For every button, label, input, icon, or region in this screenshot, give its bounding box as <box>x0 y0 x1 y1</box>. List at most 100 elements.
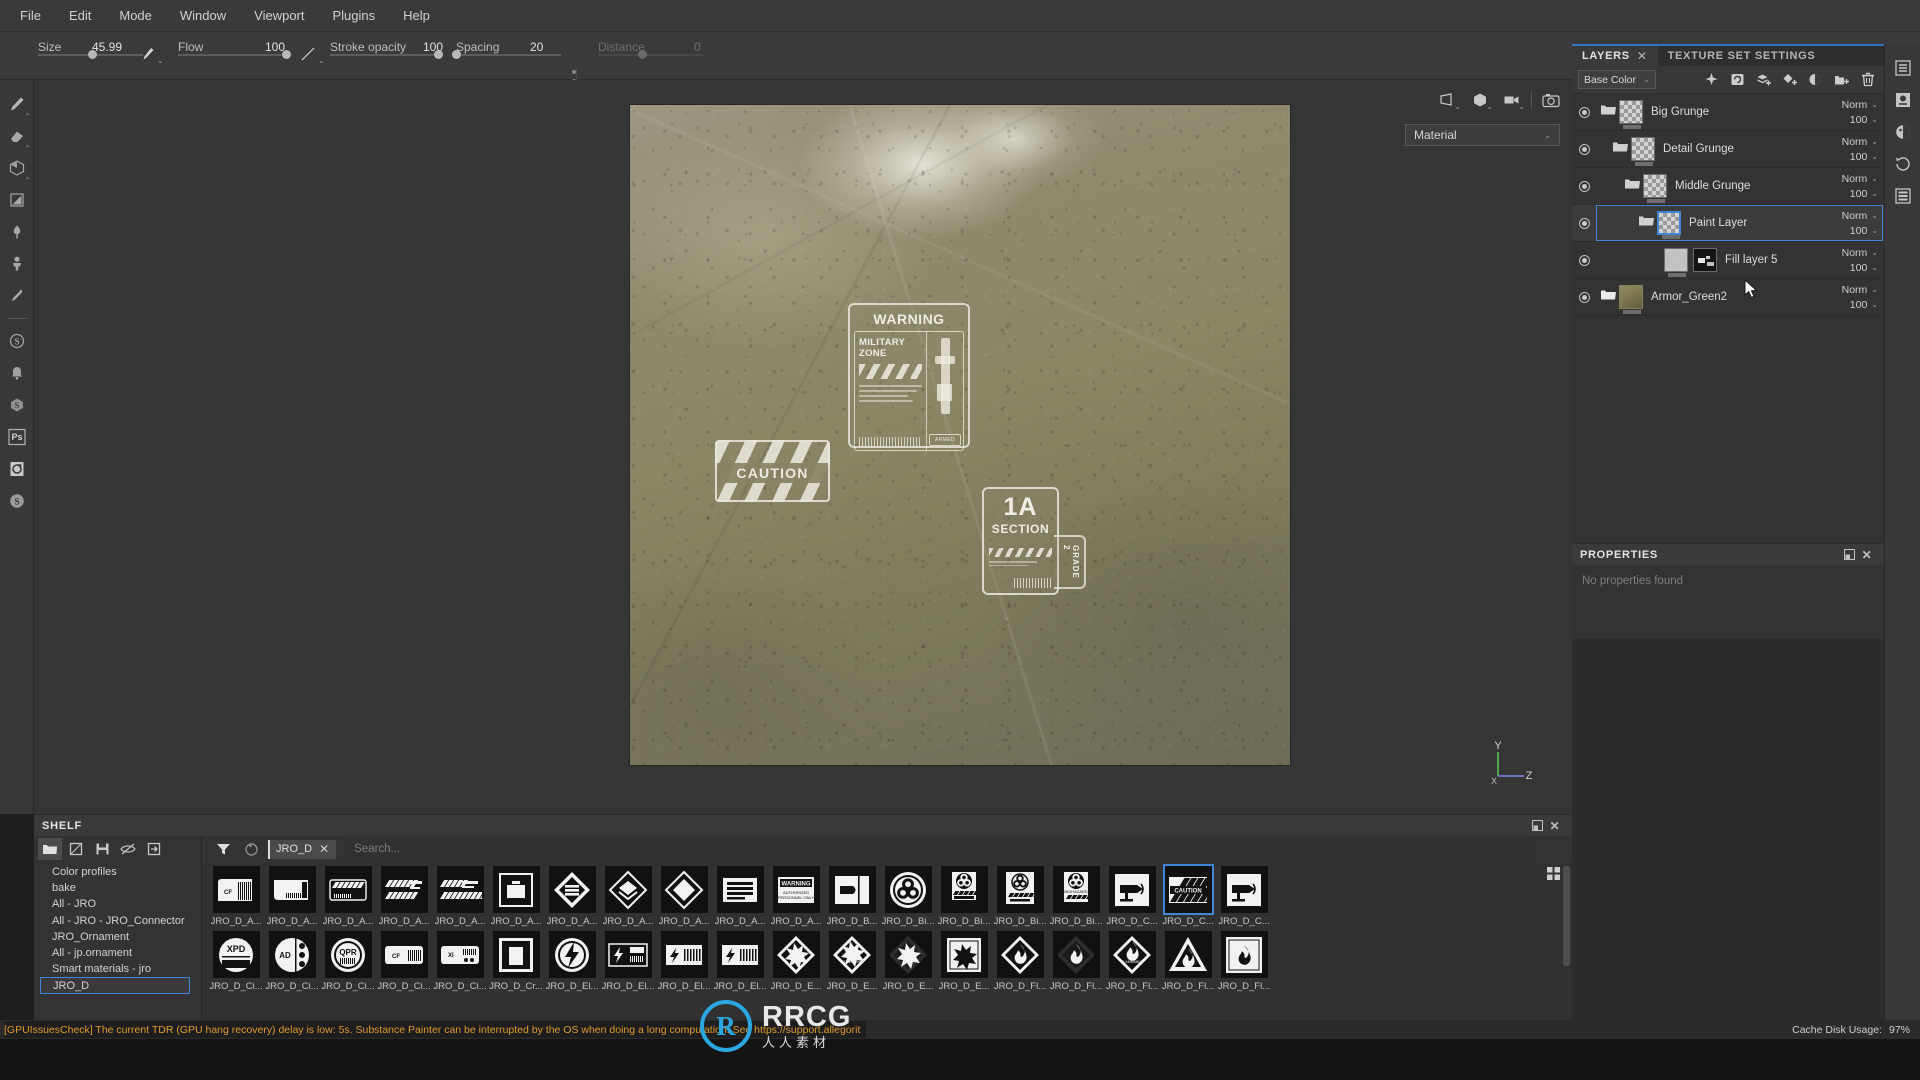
layer-opacity[interactable]: 100 ⌄ <box>1850 262 1878 274</box>
shelf-asset-box-bolt[interactable]: JRO_D_El... <box>656 931 712 992</box>
shelf-asset-diamond-flame-dark[interactable]: JRO_D_Fl... <box>1048 931 1104 992</box>
spacing-slider-knob[interactable] <box>452 50 461 59</box>
shelf-save-icon[interactable] <box>90 838 114 860</box>
layer-row-selected[interactable]: Paint Layer Norm ⌄ 100 ⌄ <box>1572 205 1884 242</box>
flow-slider-knob[interactable] <box>282 50 291 59</box>
layers-panel-icon[interactable] <box>1889 54 1917 82</box>
layer-visibility-toggle[interactable] <box>1572 254 1596 266</box>
shelf-asset-label-hazard-card[interactable]: JRO_D_A... <box>320 866 376 927</box>
material-view-dropdown[interactable]: Material ⌄ <box>1405 124 1560 146</box>
menu-viewport[interactable]: Viewport <box>240 4 318 27</box>
menu-window[interactable]: Window <box>166 4 240 27</box>
shelf-new-icon[interactable] <box>64 838 88 860</box>
layers-empty-area[interactable] <box>1572 316 1884 544</box>
shelf-asset-biohazard-circle[interactable]: JRO_D_Bi... <box>880 866 936 927</box>
shelf-asset-triangle-flame[interactable]: JRO_D_Fl... <box>1160 931 1216 992</box>
shelf-asset-label-tag-barcode[interactable]: JRO_D_A... <box>264 866 320 927</box>
layer-visibility-toggle[interactable] <box>1572 106 1596 118</box>
shelf-category-jro-d[interactable]: JRO_D <box>40 977 190 995</box>
stroke-opacity-slider-knob[interactable] <box>434 50 443 59</box>
paint-brush-tool[interactable]: ⌄ <box>2 88 32 120</box>
float-panel-icon[interactable] <box>1528 817 1546 835</box>
menu-plugins[interactable]: Plugins <box>318 4 389 27</box>
substance-share-icon[interactable]: S <box>2 389 32 421</box>
eraser-tool[interactable]: ⌄ <box>2 120 32 152</box>
add-fill-layer-icon[interactable] <box>1779 69 1800 90</box>
shading-mode-icon[interactable]: ⌄ <box>1467 88 1493 112</box>
shelf-asset-diamond-explosive-dark[interactable]: JRO_D_E... <box>880 931 936 992</box>
channel-select[interactable]: Base Color ⌄ <box>1578 70 1656 89</box>
axis-gizmo[interactable]: Y Z X <box>1484 740 1536 788</box>
shelf-asset-warning-authorized[interactable]: WARNING AUTHORIZED PERSONNEL ONLY JRO_D_A..… <box>768 866 824 927</box>
shelf-asset-diamond-stack[interactable]: JRO_D_A... <box>544 866 600 927</box>
screenshot-camera-icon[interactable] <box>1538 88 1564 112</box>
add-mask-icon[interactable] <box>1805 69 1826 90</box>
shelf-asset-cctv-camera-2[interactable]: JRO_D_C... <box>1216 866 1272 927</box>
menu-file[interactable]: File <box>6 4 55 27</box>
alchemist-plugin-icon[interactable] <box>2 453 32 485</box>
shelf-scrollbar[interactable] <box>1563 866 1570 966</box>
shelf-asset-label-hazard-strip[interactable]: JRO_D_A... <box>376 866 432 927</box>
close-icon[interactable]: ✕ <box>1637 49 1648 63</box>
shelf-asset-diamond-explosive-label[interactable]: EXPLOSIVE JRO_D_E... <box>824 931 880 992</box>
shelf-asset-square-explosive[interactable]: JRO_D_E... <box>936 931 992 992</box>
textured-model-plane[interactable]: CAUTION WARNING MILITARY ZONE ARMED 1A S… <box>630 105 1290 765</box>
shelf-asset-panel-bolt[interactable]: JRO_D_El... <box>600 931 656 992</box>
add-anchor-point-icon[interactable] <box>1701 69 1722 90</box>
layer-opacity[interactable]: 100 ⌄ <box>1850 299 1878 311</box>
polygon-fill-tool[interactable] <box>2 184 32 216</box>
size-chevron-icon[interactable]: ⌄ <box>157 56 164 65</box>
spacing-value[interactable]: 20 <box>530 40 543 54</box>
layer-row[interactable]: Middle Grunge Norm ⌄ 100 ⌄ <box>1572 168 1884 205</box>
close-icon[interactable]: ✕ <box>1546 817 1564 835</box>
shelf-asset-box-bolt-2[interactable]: JRO_D_El... <box>712 931 768 992</box>
shelf-asset-card-xi[interactable]: XI JRO_D_Ci... <box>432 931 488 992</box>
size-slider-knob[interactable] <box>88 50 97 59</box>
layer-visibility-toggle[interactable] <box>1572 217 1596 229</box>
substance-source-icon[interactable]: S <box>2 325 32 357</box>
layer-blend-mode[interactable]: Norm ⌄ <box>1842 99 1878 111</box>
shelf-asset-crate-square[interactable]: JRO_D_Cr... <box>488 931 544 992</box>
menu-edit[interactable]: Edit <box>55 4 105 27</box>
shelf-asset-card-cf[interactable]: CF JRO_D_Ci... <box>376 931 432 992</box>
flow-slider-track[interactable] <box>178 54 283 56</box>
shelf-asset-cctv-camera[interactable]: JRO_D_C... <box>1104 866 1160 927</box>
close-icon[interactable]: ✕ <box>319 842 329 856</box>
filter-funnel-icon[interactable] <box>212 838 234 860</box>
layer-row[interactable]: Big Grunge Norm ⌄ 100 ⌄ <box>1572 94 1884 131</box>
layer-row[interactable]: Detail Grunge Norm ⌄ 100 ⌄ <box>1572 131 1884 168</box>
shelf-asset-circle-ad[interactable]: AD JRO_D_Ci... <box>264 931 320 992</box>
shelf-folder-icon[interactable] <box>38 838 62 860</box>
menu-help[interactable]: Help <box>389 4 444 27</box>
notification-bell-icon[interactable] <box>2 357 32 389</box>
layer-thumbnail[interactable] <box>1631 137 1655 166</box>
layer-opacity[interactable]: 100 ⌄ <box>1850 188 1878 200</box>
smudge-tool[interactable] <box>2 216 32 248</box>
layer-visibility-toggle[interactable] <box>1572 180 1596 192</box>
spacing-slider-track[interactable] <box>456 54 561 56</box>
tab-texture-set-settings[interactable]: TEXTURE SET SETTINGS <box>1657 46 1826 66</box>
shelf-asset-circle-xpd[interactable]: XPD JRO_D_Ci... <box>208 931 264 992</box>
layer-mask-thumbnail[interactable] <box>1693 248 1717 272</box>
stroke-opacity-slider-track[interactable] <box>330 54 435 56</box>
reset-filter-icon[interactable] <box>240 838 262 860</box>
shelf-asset-circle-qpr[interactable]: QPR JRO_D_Ci... <box>320 931 376 992</box>
layer-opacity[interactable]: 100 ⌄ <box>1850 225 1878 237</box>
refresh-icon[interactable] <box>1727 69 1748 90</box>
shelf-category-jp-ornament[interactable]: All - jp.ornament <box>46 945 201 961</box>
layer-thumbnail[interactable] <box>1664 248 1688 277</box>
shelf-asset-bullet-box[interactable]: JRO_D_B... <box>824 866 880 927</box>
delete-layer-icon[interactable] <box>1857 69 1878 90</box>
layer-row[interactable]: Fill layer 5 Norm ⌄ 100 ⌄ <box>1572 242 1884 279</box>
flow-chevron-icon[interactable]: ⌄ <box>318 56 325 65</box>
shelf-category-smart-materials[interactable]: Smart materials - jro <box>46 961 201 977</box>
display-settings-icon[interactable] <box>1889 118 1917 146</box>
layer-visibility-toggle[interactable] <box>1572 143 1596 155</box>
tab-layers[interactable]: LAYERS ✕ <box>1572 46 1658 66</box>
camera-perspective-icon[interactable]: ⌄ <box>1435 88 1461 112</box>
shelf-asset-biohazard-label[interactable]: BIOHAZARD JRO_D_Bi... <box>1048 866 1104 927</box>
layer-blend-mode[interactable]: Norm ⌄ <box>1842 210 1878 222</box>
layer-thumbnail[interactable] <box>1619 285 1643 314</box>
clone-stamp-tool[interactable] <box>2 248 32 280</box>
layer-thumbnail[interactable] <box>1643 174 1667 203</box>
